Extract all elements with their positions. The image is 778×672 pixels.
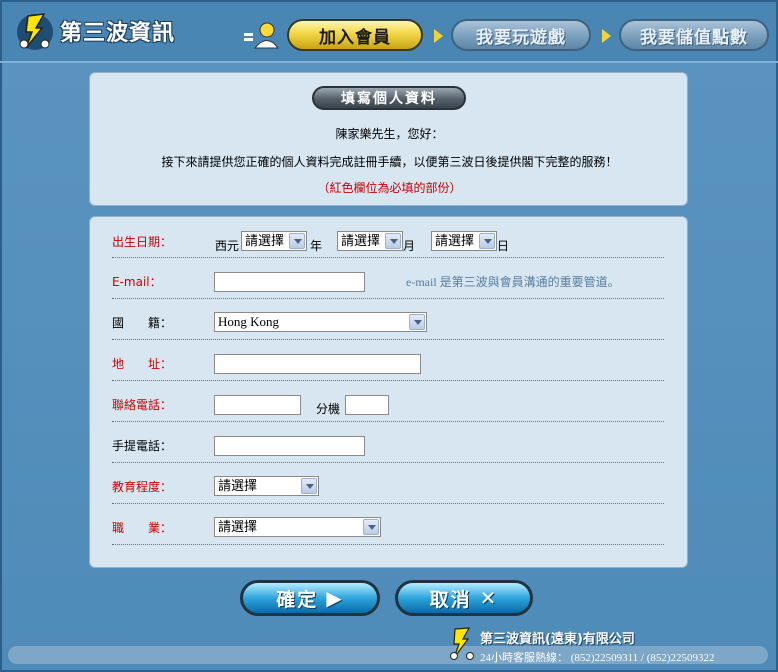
education-select[interactable]: 請選擇 bbox=[214, 476, 319, 496]
confirm-label: 確定 bbox=[276, 588, 319, 611]
birth-year-select[interactable]: 請選擇 bbox=[241, 231, 307, 251]
chevron-down-icon bbox=[479, 233, 495, 249]
service-hotline: 24小時客服熱線： (852)22509311 / (852)22509322 bbox=[480, 652, 715, 664]
mascot-logo-icon bbox=[17, 13, 53, 50]
company-name: 第三波資訊(遠東)有限公司 bbox=[480, 632, 635, 647]
cancel-label: 取消 bbox=[429, 588, 472, 611]
profile-form: 出生日期： 西元 請選擇 年 請選擇 月 請選擇 日 E-mail： e-mai… bbox=[89, 216, 688, 568]
form-row-nationality: 國 籍： Hong Kong bbox=[112, 299, 664, 340]
occupation-select[interactable]: 請選擇 bbox=[214, 517, 381, 537]
chevron-down-icon bbox=[289, 233, 305, 249]
mobile-label: 手提電話： bbox=[112, 439, 173, 453]
step-arrow-icon bbox=[434, 29, 443, 43]
confirm-button[interactable]: 確定 ▶ bbox=[240, 580, 380, 616]
phone-label: 聯絡電話： bbox=[112, 398, 173, 412]
email-hint: e-mail 是第三波與會員溝通的重要管道。 bbox=[406, 275, 620, 289]
mobile-input[interactable] bbox=[214, 436, 365, 456]
phone-input[interactable] bbox=[214, 395, 301, 415]
nationality-value: Hong Kong bbox=[218, 314, 280, 329]
occupation-value: 請選擇 bbox=[218, 519, 258, 534]
header-divider bbox=[0, 61, 778, 63]
cancel-button[interactable]: 取消 ✕ bbox=[395, 580, 533, 616]
required-note: （紅色欄位為必填的部份） bbox=[317, 181, 462, 195]
month-unit: 月 bbox=[403, 239, 416, 253]
step-top-up-points[interactable]: 我要儲值點數 bbox=[619, 19, 769, 51]
chevron-down-icon bbox=[301, 478, 317, 494]
extension-input[interactable] bbox=[345, 395, 389, 415]
education-value: 請選擇 bbox=[218, 478, 258, 493]
education-label: 教育程度： bbox=[112, 480, 173, 494]
nationality-select[interactable]: Hong Kong bbox=[214, 312, 427, 332]
chevron-down-icon bbox=[363, 519, 379, 535]
form-row-mobile: 手提電話： bbox=[112, 422, 664, 463]
form-row-phone: 聯絡電話： 分機 bbox=[112, 381, 664, 422]
play-arrow-icon: ▶ bbox=[326, 586, 344, 610]
day-unit: 日 bbox=[497, 239, 510, 253]
member-signup-icon bbox=[244, 22, 279, 49]
address-input[interactable] bbox=[214, 354, 421, 374]
birth-day-select[interactable]: 請選擇 bbox=[431, 231, 497, 251]
nationality-label: 國 籍： bbox=[112, 316, 173, 330]
form-row-birthday: 出生日期： 西元 請選擇 年 請選擇 月 請選擇 日 bbox=[112, 217, 664, 258]
brand-name: 第三波資訊 bbox=[60, 21, 176, 46]
year-unit: 年 bbox=[310, 239, 323, 253]
form-row-address: 地 址： bbox=[112, 340, 664, 381]
email-input[interactable] bbox=[214, 272, 365, 292]
brand-logo[interactable]: 第三波資訊 bbox=[14, 10, 175, 52]
step-join-member[interactable]: 加入會員 bbox=[287, 19, 423, 51]
form-row-email: E-mail： e-mail 是第三波與會員溝通的重要管道。 bbox=[112, 258, 664, 299]
header: 第三波資訊 加入會員 我要玩遊戲 我要儲值點數 bbox=[0, 0, 778, 63]
intro-panel: 填寫個人資料 陳家樂先生，您好： 接下來請提供您正確的個人資料完成註冊手續，以便… bbox=[89, 72, 688, 206]
chevron-down-icon bbox=[385, 233, 401, 249]
birth-day-value: 請選擇 bbox=[435, 233, 475, 248]
section-title: 填寫個人資料 bbox=[312, 86, 466, 110]
birthday-era: 西元 bbox=[215, 239, 240, 253]
chevron-down-icon bbox=[409, 314, 425, 330]
birth-year-value: 請選擇 bbox=[245, 233, 285, 248]
step-arrow-icon bbox=[602, 29, 611, 43]
close-icon: ✕ bbox=[479, 586, 499, 610]
greeting-text: 陳家樂先生，您好： bbox=[335, 127, 444, 141]
birth-month-select[interactable]: 請選擇 bbox=[337, 231, 403, 251]
extension-label: 分機 bbox=[316, 402, 341, 416]
step-play-game[interactable]: 我要玩遊戲 bbox=[451, 19, 591, 51]
birth-month-value: 請選擇 bbox=[341, 233, 381, 248]
intro-message: 接下來請提供您正確的個人資料完成註冊手續，以便第三波日後提供閣下完整的服務！ bbox=[161, 155, 618, 169]
birthday-label: 出生日期： bbox=[112, 235, 173, 249]
occupation-label: 職 業： bbox=[112, 521, 173, 535]
form-row-education: 教育程度： 請選擇 bbox=[112, 463, 664, 504]
address-label: 地 址： bbox=[112, 357, 173, 371]
mascot-logo-icon bbox=[450, 627, 474, 660]
form-row-occupation: 職 業： 請選擇 bbox=[112, 504, 664, 545]
email-label: E-mail： bbox=[112, 275, 162, 289]
